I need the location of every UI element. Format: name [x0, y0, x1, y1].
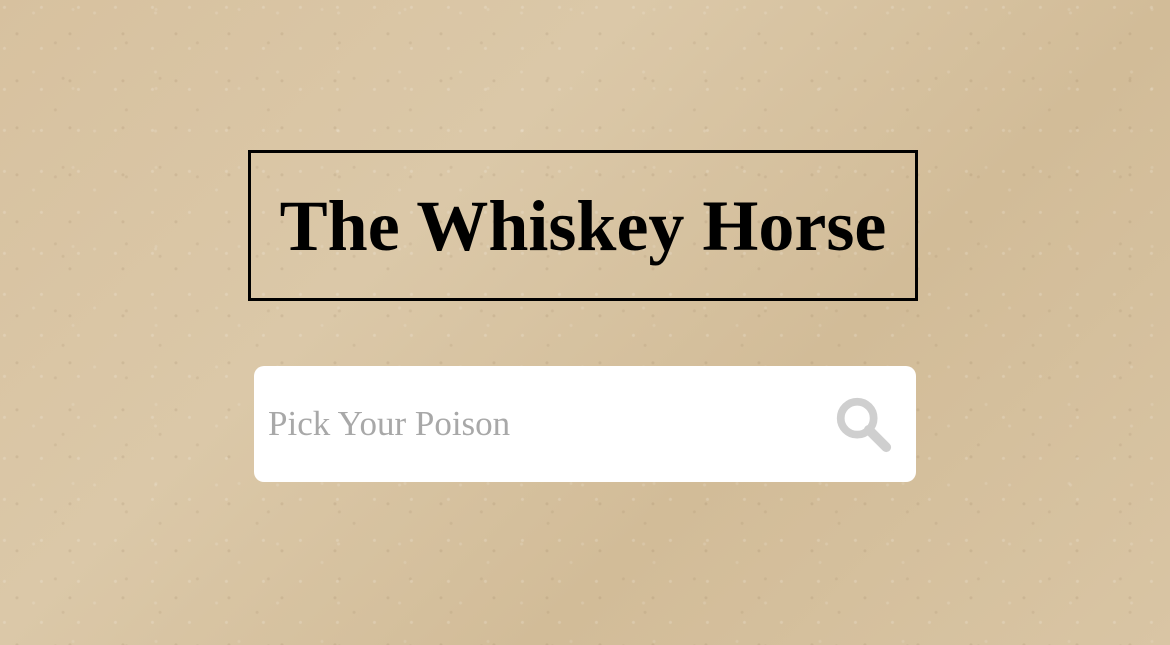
site-logo-box: The Whiskey Horse [248, 150, 918, 301]
search-button[interactable] [818, 366, 908, 482]
search-form [254, 366, 916, 482]
site-title: The Whiskey Horse [279, 185, 887, 266]
search-icon [836, 397, 892, 453]
search-input[interactable] [254, 366, 818, 482]
